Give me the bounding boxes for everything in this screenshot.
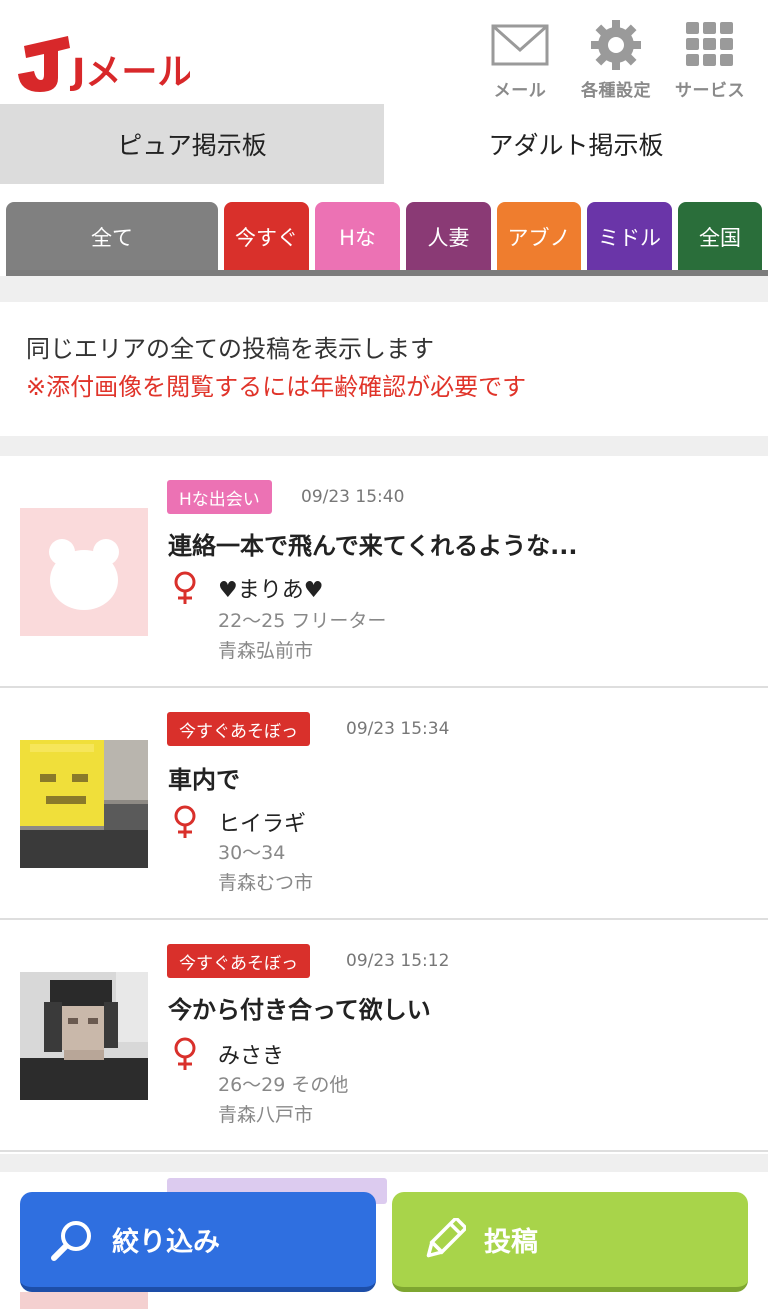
post-age-job: 26〜29 その他 [218,1074,349,1096]
pixelated-photo [20,740,148,868]
post-item[interactable]: Hな出会い 09/23 15:40 連絡一本で飛んで来てくれるような... ♥ま… [0,456,768,688]
grid-icon [686,22,733,66]
post-thumbnail-partial [20,1292,148,1309]
post-title[interactable]: 車内で [168,760,240,795]
category-tab-nationwide[interactable]: 全国 [678,202,762,272]
age-verify-notice: ※添付画像を閲覧するには年齢確認が必要です [26,373,527,401]
category-tab-middle[interactable]: ミドル [587,202,672,272]
post-username: ヒイラギ [218,812,307,837]
settings-label: 各種設定 [581,81,651,101]
post-label: 投稿 [484,1227,538,1258]
info-notice: 同じエリアの全ての投稿を表示します ※添付画像を閲覧するには年齢確認が必要です [0,302,768,436]
filter-label: 絞り込み [112,1227,220,1258]
post-item[interactable]: 今すぐあそぼっ 09/23 15:34 車内で ヒイラギ 30〜34 青森むつ市 [0,688,768,920]
services-button[interactable]: サービス [668,20,752,104]
app-header: Jメール メール 各種設定 サービス [0,0,768,104]
category-badge: 今すぐあそぼっ [167,712,310,746]
post-item[interactable]: 今すぐあそぼっ 09/23 15:12 今から付き合って欲しい みさき 26〜2… [0,920,768,1152]
tab-adult-board[interactable]: アダルト掲示板 [384,104,768,184]
category-tab-h[interactable]: Hな [315,202,400,272]
post-username: ♥まりあ♥ [218,578,324,603]
mail-button[interactable]: メール [478,20,562,104]
settings-button[interactable]: 各種設定 [574,20,658,104]
post-thumbnail [20,740,148,868]
post-username: みさき [218,1044,285,1069]
pencil-icon [426,1217,466,1257]
post-location: 青森弘前市 [218,640,314,662]
board-tabs: ピュア掲示板 アダルト掲示板 [0,104,768,184]
jmail-logo[interactable]: Jメール [10,28,190,94]
female-icon [174,1037,196,1070]
bear-icon [49,539,119,610]
info-text: 同じエリアの全ての投稿を表示します [26,335,434,363]
post-datetime: 09/23 15:34 [346,719,450,739]
mail-label: メール [493,81,547,101]
services-label: サービス [675,81,745,101]
search-icon [51,1220,91,1261]
category-tab-wife[interactable]: 人妻 [406,202,491,272]
post-age-job: 22〜25 フリーター [218,610,387,632]
post-datetime: 09/23 15:40 [301,487,405,507]
category-tab-all[interactable]: 全て [6,202,218,272]
post-age-job: 30〜34 [218,842,286,864]
post-thumbnail-placeholder [20,508,148,636]
mail-icon [491,24,549,66]
post-location: 青森むつ市 [218,872,314,894]
post-location: 青森八戸市 [218,1104,314,1126]
divider [0,436,768,456]
tab-pure-board[interactable]: ピュア掲示板 [0,104,384,184]
divider [0,1154,768,1172]
post-thumbnail [20,972,148,1100]
pixelated-photo [20,972,148,1100]
category-tab-now[interactable]: 今すぐ [224,202,309,272]
filter-button[interactable]: 絞り込み [20,1192,376,1292]
gear-icon [591,20,641,70]
category-badge: Hな出会い [167,480,272,514]
category-badge: 今すぐあそぼっ [167,944,310,978]
logo-text: Jメール [69,52,190,93]
post-datetime: 09/23 15:12 [346,951,450,971]
female-icon [174,571,196,604]
post-title[interactable]: 今から付き合って欲しい [168,990,431,1025]
female-icon [174,805,196,838]
post-title[interactable]: 連絡一本で飛んで来てくれるような... [168,526,577,561]
compose-post-button[interactable]: 投稿 [392,1192,748,1292]
category-tabs: 全て 今すぐ Hな 人妻 アブノ ミドル 全国 [0,202,768,274]
divider [0,276,768,302]
category-tab-abno[interactable]: アブノ [497,202,581,272]
